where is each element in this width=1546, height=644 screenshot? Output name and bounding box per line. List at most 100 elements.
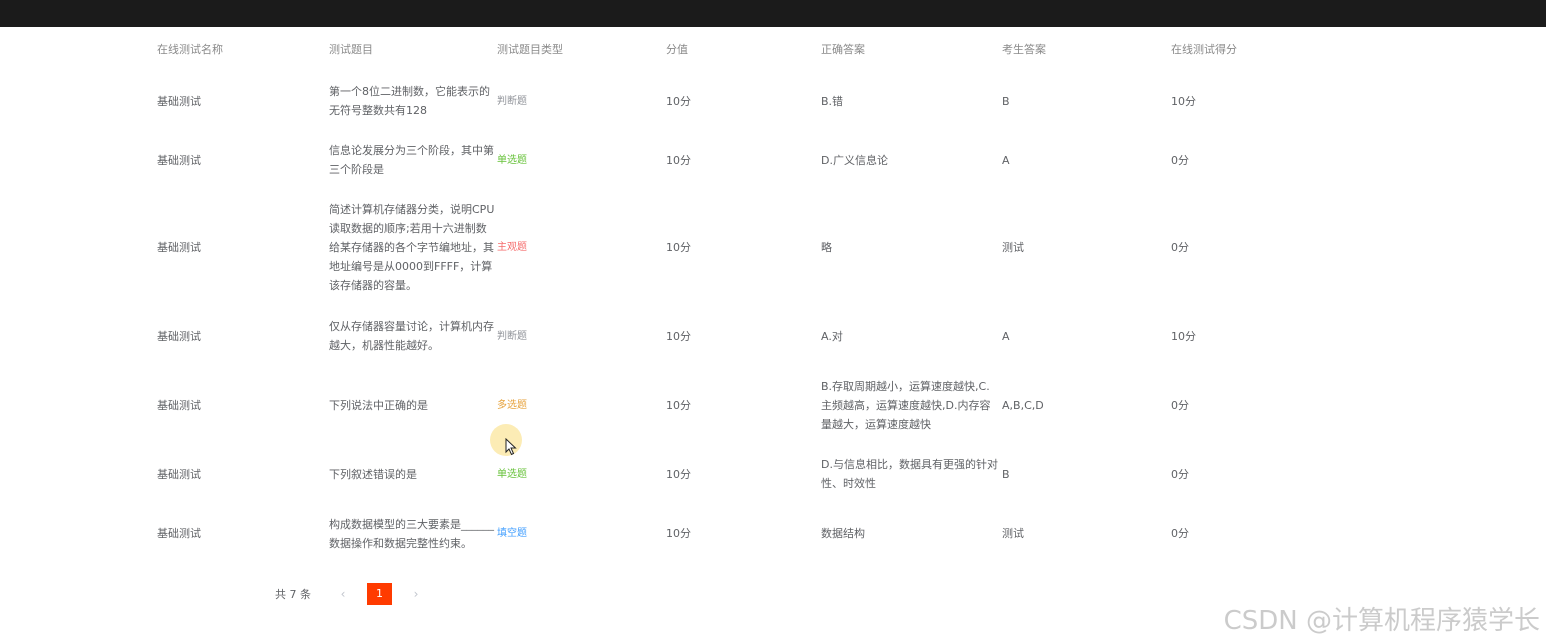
cell-test-score: 0分 (1159, 366, 1395, 444)
cell-correct-answer: D.与信息相比，数据具有更强的针对性、时效性 (809, 444, 998, 504)
cell-question-type-text: 单选题 (497, 468, 527, 480)
cell-correct-answer-text: D.广义信息论 (821, 153, 888, 167)
table-row: 基础测试 简述计算机存储器分类，说明CPU读取数据的顺序;若用十六进制数给某存储器… (145, 189, 1395, 306)
cell-test-score: 0分 (1159, 444, 1395, 504)
cell-question: 构成数据模型的三大要素是______数据操作和数据完整性约束。 (317, 504, 494, 563)
cell-question: 仅从存储器容量讨论，计算机内存越大，机器性能越好。 (317, 306, 494, 366)
cell-question: 信息论发展分为三个阶段，其中第三个阶段是 (317, 131, 494, 189)
cell-test-name: 基础测试 (145, 131, 317, 189)
cell-student-answer-text: A (1002, 329, 1010, 343)
cell-question-type-text: 单选题 (497, 154, 527, 166)
table-header-row: 在线测试名称 测试题目 测试题目类型 分值 正确答案 考生答案 在线测试得分 (145, 27, 1395, 71)
cell-question-text: 第一个8位二进制数，它能表示的无符号整数共有128 (329, 85, 490, 117)
cell-score-value: 10分 (654, 71, 809, 131)
cell-test-score: 10分 (1159, 306, 1395, 366)
cell-student-answer-text: B (1002, 94, 1010, 108)
cell-question: 下列叙述错误的是 (317, 444, 485, 504)
table-row: 基础测试 构成数据模型的三大要素是______数据操作和数据完整性约束。 填空题 10… (145, 504, 1395, 563)
cell-question-text: 下列叙述错误的是 (329, 467, 417, 481)
cell-student-answer: A (990, 306, 1159, 366)
cell-test-score: 0分 (1159, 504, 1395, 563)
cell-question-text: 信息论发展分为三个阶段，其中第三个阶段是 (329, 144, 494, 176)
header-question[interactable]: 测试题目 (317, 27, 485, 71)
cell-student-answer-text: B (1002, 467, 1010, 481)
cell-score-value: 10分 (654, 189, 809, 306)
table-row: 基础测试 信息论发展分为三个阶段，其中第三个阶段是 单选题 10分 D.广义信息论 A 0分 (145, 131, 1395, 189)
cell-test-name: 基础测试 (145, 189, 317, 306)
pagination-page-1[interactable]: 1 (367, 583, 392, 605)
cell-correct-answer: 数据结构 (809, 504, 990, 563)
cell-correct-answer-text: D.与信息相比，数据具有更强的针对性、时效性 (821, 458, 998, 490)
cell-question-type: 填空题 (485, 504, 654, 563)
cell-test-name: 基础测试 (145, 71, 317, 131)
table-row: 基础测试 仅从存储器容量讨论，计算机内存越大，机器性能越好。 判断题 10分 A.对 A 1… (145, 306, 1395, 366)
cell-test-score: 0分 (1159, 131, 1395, 189)
cell-test-name: 基础测试 (145, 504, 317, 563)
header-student-answer[interactable]: 考生答案 (990, 27, 1159, 71)
cell-correct-answer: 略 (809, 189, 990, 306)
cell-question-type-text: 填空题 (497, 528, 527, 539)
cell-score-value-text: 10分 (666, 527, 691, 540)
cell-student-answer: A (990, 131, 1159, 189)
pagination: 共 7 条 ‹ 1 › (275, 583, 428, 605)
cell-correct-answer-text: A.对 (821, 329, 843, 343)
cell-student-answer-text: 测试 (1002, 527, 1024, 540)
pagination-total: 共 7 条 (275, 588, 311, 601)
cell-test-score-text: 10分 (1171, 94, 1196, 108)
cell-test-name-text: 基础测试 (157, 241, 201, 254)
pagination-prev-button[interactable]: ‹ (331, 587, 355, 601)
header-question-type[interactable]: 测试题目类型 (485, 27, 654, 71)
cell-question-text: 构成数据模型的三大要素是______数据操作和数据完整性约束。 (329, 517, 494, 550)
mouse-cursor-icon (505, 438, 517, 456)
cell-student-answer: 测试 (990, 504, 1159, 563)
top-bar (0, 0, 1546, 27)
cell-score-value: 10分 (654, 444, 809, 504)
table-row: 基础测试 第一个8位二进制数，它能表示的无符号整数共有128 判断题 10分 B.错 B 1… (145, 71, 1395, 131)
cell-test-score: 0分 (1159, 189, 1395, 306)
cell-question: 简述计算机存储器分类，说明CPU读取数据的顺序;若用十六进制数给某存储器的各个字… (317, 189, 494, 306)
cell-score-value-text: 10分 (666, 94, 691, 108)
cell-question-text: 简述计算机存储器分类，说明CPU读取数据的顺序;若用十六进制数给某存储器的各个字… (329, 203, 495, 292)
cell-student-answer-text: A,B,C,D (1002, 398, 1044, 412)
header-score-value[interactable]: 分值 (654, 27, 809, 71)
cell-question: 下列说法中正确的是 (317, 366, 485, 444)
cell-test-name: 基础测试 (145, 444, 317, 504)
cell-test-score-text: 10分 (1171, 329, 1196, 343)
cell-student-answer-text: 测试 (1002, 241, 1024, 254)
header-test-score[interactable]: 在线测试得分 (1159, 27, 1395, 71)
cell-score-value-text: 10分 (666, 241, 691, 254)
test-results-table: 在线测试名称 测试题目 测试题目类型 分值 正确答案 考生答案 在线测试得分 基… (145, 27, 1395, 563)
cell-test-name-text: 基础测试 (157, 527, 201, 540)
header-correct-answer[interactable]: 正确答案 (809, 27, 990, 71)
pagination-next-button[interactable]: › (404, 587, 428, 601)
cell-student-answer: 测试 (990, 189, 1159, 306)
header-test-name[interactable]: 在线测试名称 (145, 27, 317, 71)
cell-test-name-text: 基础测试 (157, 329, 201, 343)
cell-test-score-text: 0分 (1171, 398, 1189, 412)
cell-score-value: 10分 (654, 366, 809, 444)
cell-student-answer-text: A (1002, 153, 1010, 167)
cell-test-name-text: 基础测试 (157, 467, 201, 481)
cell-test-name-text: 基础测试 (157, 398, 201, 412)
cell-correct-answer-text: 略 (821, 241, 832, 254)
cell-score-value-text: 10分 (666, 329, 691, 343)
cell-test-score-text: 0分 (1171, 527, 1189, 540)
table-row: 基础测试 下列叙述错误的是 单选题 10分 D.与信息相比，数据具有更强的针对性、时效性… (145, 444, 1395, 504)
cell-question-text: 仅从存储器容量讨论，计算机内存越大，机器性能越好。 (329, 320, 494, 352)
cell-correct-answer-text: B.错 (821, 94, 844, 108)
cell-test-score: 10分 (1159, 71, 1395, 131)
cell-score-value: 10分 (654, 504, 809, 563)
cell-correct-answer-text: B.存取周期越小，运算速度越快,C.主频越高，运算速度越快,D.内存容量越大，运… (821, 379, 991, 431)
cell-test-name-text: 基础测试 (157, 153, 201, 167)
cell-test-score-text: 0分 (1171, 153, 1189, 167)
cell-question: 第一个8位二进制数，它能表示的无符号整数共有128 (317, 71, 490, 131)
cell-correct-answer: B.存取周期越小，运算速度越快,C.主频越高，运算速度越快,D.内存容量越大，运… (809, 366, 990, 444)
cell-score-value-text: 10分 (666, 467, 691, 481)
table-row: 基础测试 下列说法中正确的是 多选题 10分 B.存取周期越小，运算速度越快,C.主频越… (145, 366, 1395, 444)
cell-student-answer: B (990, 444, 1159, 504)
cell-correct-answer: D.广义信息论 (809, 131, 990, 189)
cell-question-type: 单选题 (485, 131, 654, 189)
cell-test-score-text: 0分 (1171, 241, 1189, 254)
cell-correct-answer: B.错 (809, 71, 990, 131)
cell-question-text: 下列说法中正确的是 (329, 398, 428, 412)
